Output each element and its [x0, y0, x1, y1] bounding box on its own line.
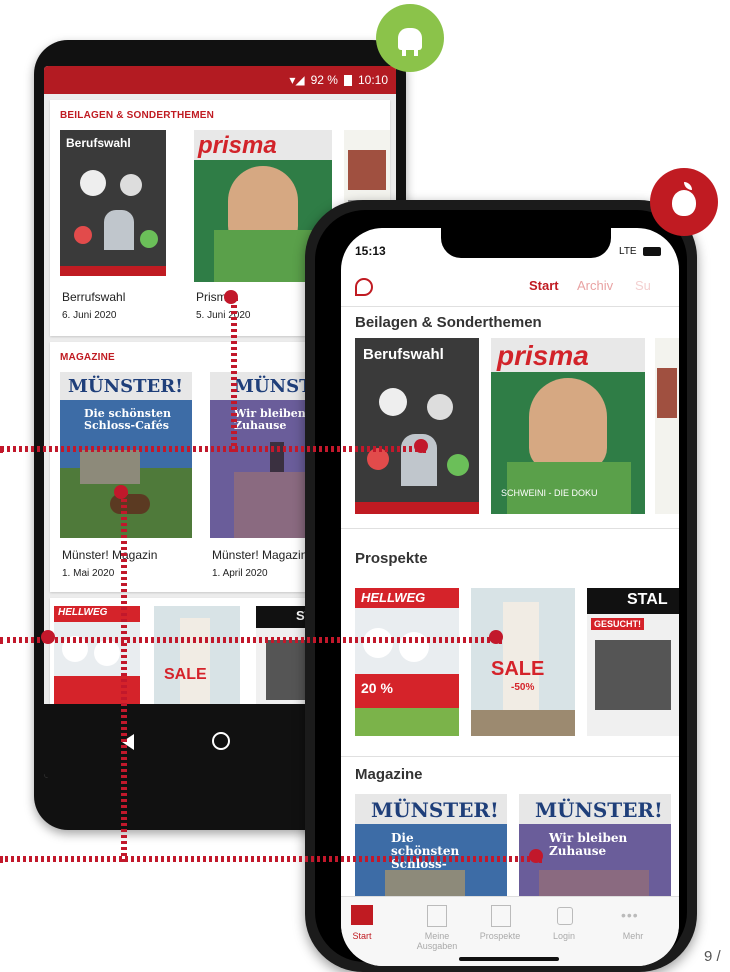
- lock-icon[interactable]: [557, 907, 573, 925]
- item-date: 6. Juni 2020: [62, 310, 117, 321]
- apple-badge: [650, 168, 718, 236]
- start-icon[interactable]: [351, 905, 373, 925]
- marker-dot: [414, 439, 428, 453]
- android-section-magazine: MAGAZINE: [60, 352, 115, 363]
- marker-dot: [41, 630, 55, 644]
- tab-suche[interactable]: Su: [635, 278, 651, 293]
- android-section-beilagen: BEILAGEN & SONDERTHEMEN: [60, 110, 215, 121]
- cover-title: MÜNSTER!: [68, 376, 184, 397]
- cover-title: prisma: [198, 132, 277, 159]
- tab-start[interactable]: Start: [529, 278, 559, 293]
- cover-headline: Wir bleiben Zuhause: [234, 407, 306, 432]
- ios-cover-prisma[interactable]: prisma SCHWEINI - DIE DOKU: [491, 338, 645, 514]
- cover-sub: GESUCHT!: [591, 618, 644, 630]
- ios-network: LTE: [619, 246, 637, 257]
- issues-icon[interactable]: [427, 905, 447, 927]
- android-icon: [398, 28, 422, 50]
- marker-dot: [489, 630, 503, 644]
- ios-section-magazine: Magazine: [355, 766, 423, 783]
- marker-dot: [224, 290, 238, 304]
- cover-title: prisma: [497, 340, 589, 371]
- android-time: 10:10: [357, 73, 388, 87]
- marker-dot: [529, 849, 543, 863]
- connector-prisma: [231, 298, 237, 452]
- ios-section-prospekte: Prospekte: [355, 550, 428, 567]
- battery-icon: [643, 247, 661, 256]
- cover-headline: Die schönsten Schloss-Cafés: [84, 407, 172, 432]
- cover-title: MÜNSTER!: [371, 798, 499, 822]
- ios-cover-muenster-april[interactable]: MÜNSTER! Wir bleiben Zuhause: [519, 794, 671, 896]
- ios-cover-hellweg[interactable]: HELLWEG 20 %: [355, 588, 459, 736]
- ios-cover-sale[interactable]: SALE -50%: [471, 588, 575, 736]
- ios-tab-bar: Start Meine Ausgaben Prospekte Login •••…: [341, 896, 679, 966]
- android-status-bar: ▾◢ 92 % 10:10: [44, 66, 396, 94]
- cover-title: Berufswahl: [66, 136, 131, 150]
- ios-time: 15:13: [355, 244, 386, 258]
- ios-cover-muenster-mai[interactable]: MÜNSTER! Die schönsten Schloss-Cafés: [355, 794, 507, 896]
- cover-title: Berufswahl: [363, 346, 444, 363]
- item-date: 1. April 2020: [212, 568, 268, 579]
- cover-title: HELLWEG: [361, 590, 426, 605]
- cover-title: MÜNSTER!: [535, 798, 663, 822]
- page-number: 9 /: [704, 948, 721, 965]
- item-title: Münster! Magazin: [212, 548, 308, 562]
- cover-title: STAL: [627, 591, 668, 608]
- ios-cover-berufswahl[interactable]: Berufswahl: [355, 338, 479, 514]
- home-icon[interactable]: [212, 732, 230, 750]
- ios-cover-stal[interactable]: STAL GESUCHT!: [587, 588, 679, 736]
- marker-dot: [114, 485, 128, 499]
- tab-bar-meine-ausgaben[interactable]: Meine Ausgaben: [407, 931, 467, 951]
- connector-prospekte: [0, 637, 502, 643]
- wifi-icon: ▾◢: [289, 73, 305, 87]
- cover-title: SALE: [491, 658, 545, 680]
- item-title: Münster! Magazin: [62, 548, 158, 562]
- connector-muenster: [121, 492, 127, 862]
- android-battery: 92 %: [310, 73, 338, 87]
- iphone-bezel: 15:13 LTE Start Archiv Su Beilagen & Son…: [315, 210, 687, 966]
- item-title: Berrufswahl: [62, 290, 126, 304]
- apple-icon: [672, 190, 696, 216]
- android-cover-berufswahl[interactable]: Berufswahl: [60, 130, 166, 276]
- cover-title: HELLWEG: [58, 607, 108, 618]
- cover-sub: 20 %: [361, 680, 393, 696]
- notch: [441, 228, 611, 258]
- ios-cover-partial[interactable]: [655, 338, 679, 514]
- android-badge: [376, 4, 444, 72]
- more-icon[interactable]: •••: [621, 907, 639, 923]
- tab-bar-mehr[interactable]: Mehr: [603, 931, 663, 941]
- tab-archiv[interactable]: Archiv: [577, 278, 613, 293]
- cover-title: SALE: [164, 666, 207, 683]
- item-date: 1. Mai 2020: [62, 568, 115, 579]
- cover-caption: SCHWEINI - DIE DOKU: [501, 488, 598, 498]
- tab-bar-start[interactable]: Start: [341, 931, 392, 941]
- tab-bar-prospekte[interactable]: Prospekte: [470, 931, 530, 941]
- home-indicator: [459, 957, 559, 961]
- cover-headline: Wir bleiben Zuhause: [549, 831, 628, 858]
- connector-magazine: [0, 856, 542, 862]
- connector-beilagen: [0, 446, 426, 452]
- battery-icon: [343, 74, 352, 86]
- tab-bar-login[interactable]: Login: [534, 931, 594, 941]
- ios-section-beilagen: Beilagen & Sonderthemen: [355, 314, 542, 331]
- prospekte-icon[interactable]: [491, 905, 511, 927]
- item-date: 5. Juni 2020: [196, 310, 251, 321]
- cover-sub: -50%: [511, 682, 535, 693]
- location-icon[interactable]: [355, 278, 373, 296]
